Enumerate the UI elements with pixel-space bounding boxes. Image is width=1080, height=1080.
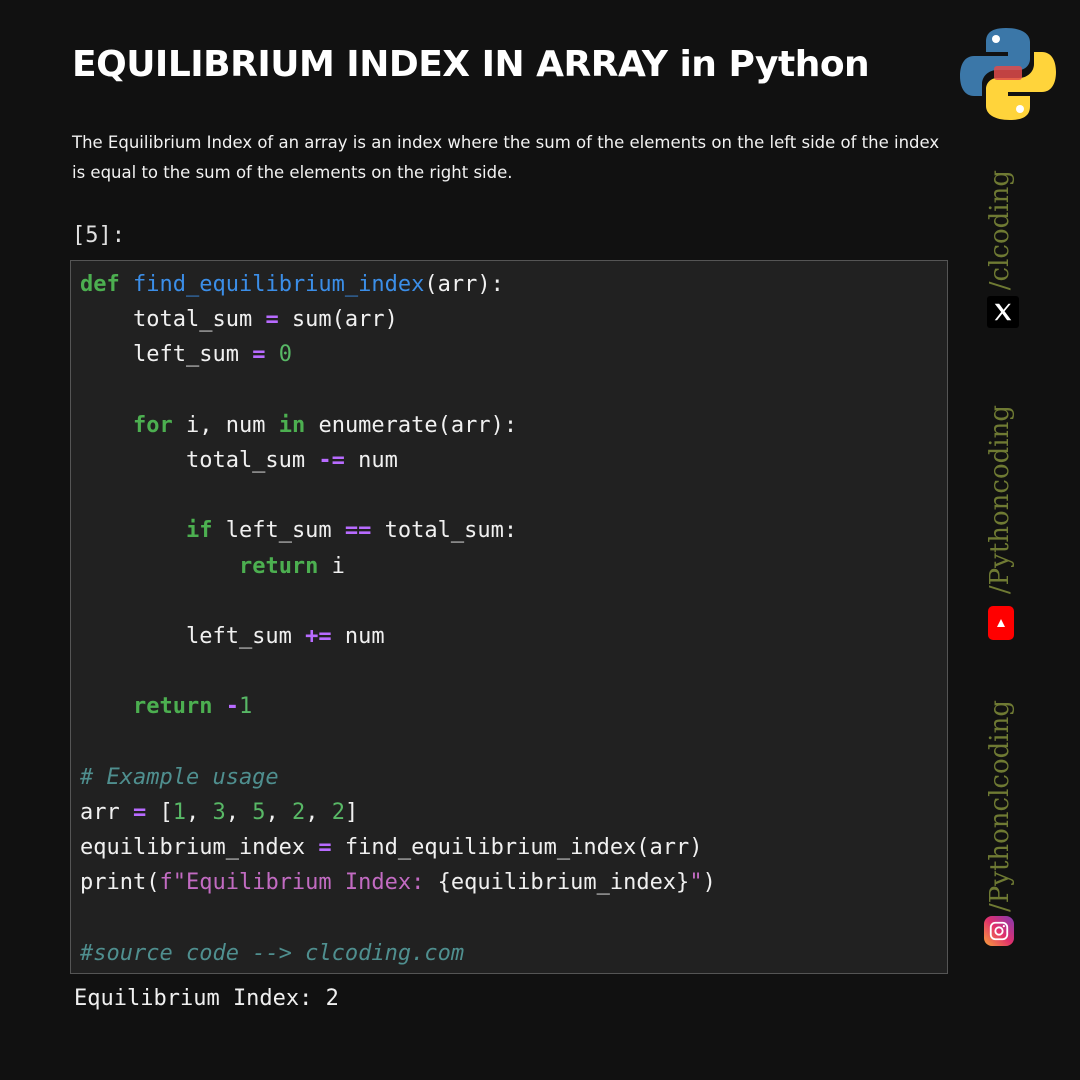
instagram-icon [984,916,1014,946]
code-token: enumerate(arr): [305,412,518,438]
cell-output: Equilibrium Index: 2 [74,986,339,1011]
code-token: " [689,870,703,896]
code-line: total_sum = sum(arr) [80,302,716,337]
code-line: equilibrium_index = find_equilibrium_ind… [80,830,716,865]
code-token: , [185,799,213,825]
description-text: The Equilibrium Index of an array is an … [72,133,940,182]
code-token: 2 [331,799,345,825]
code-token: i [318,553,345,579]
code-token: if [185,518,213,544]
code-token: find_equilibrium_index(arr) [331,835,703,860]
code-line: return -1 [80,689,716,724]
code-token: ] [344,799,359,825]
code-token: left_sum [80,342,253,368]
code-token: f"Equilibrium Index: [159,870,438,896]
code-line: print(f"Equilibrium Index: {equilibrium_… [80,865,716,900]
code-token: - [225,694,239,720]
code-token: ) [702,870,716,896]
python-logo-icon [960,28,1056,120]
code-token: return [238,553,319,579]
code-token: # Example usage [80,764,279,790]
code-token: 5 [252,799,266,825]
code-token: #source code --> clcoding.com [80,940,465,966]
code-token: == [344,518,372,544]
code-token: return [132,694,213,720]
code-token: [ [146,799,173,825]
code-token: = [318,835,332,860]
code-token: total_sum [80,307,266,333]
code-token: {equilibrium_index} [437,870,690,896]
code-line: if left_sum == total_sum: [80,513,716,548]
code-token: in [278,412,306,438]
code-token: for [132,412,173,438]
code-token: num [331,623,385,649]
code-token: , [225,799,253,825]
code-token: print( [80,870,160,896]
handle-pythonclcoding: /Pythonclcoding [985,700,1015,912]
code-block[interactable]: def find_equilibrium_index(arr): total_s… [80,267,716,971]
code-token: left_sum [212,518,345,544]
code-token: (arr): [424,272,504,297]
youtube-icon [988,606,1014,640]
code-token: -= [318,447,345,473]
code-token: sum(arr) [278,307,398,333]
code-line: for i, num in enumerate(arr): [80,408,716,443]
code-token: num [344,447,398,473]
code-token: , [265,799,292,825]
code-line: #source code --> clcoding.com [80,936,716,971]
code-token: = [265,307,279,333]
code-token: equilibrium_index [80,835,319,860]
code-token: 1 [172,799,186,825]
code-token: find_equilibrium_index [133,272,425,297]
handle-clcoding: /clcoding [985,170,1015,291]
cell-prompt: [5]: [72,223,125,248]
code-token: 3 [212,799,226,825]
code-token: left_sum [80,623,306,649]
handle-pythoncoding: /Pythoncoding [985,405,1015,595]
code-line: left_sum += num [80,619,716,654]
code-token: 1 [238,694,253,720]
code-token: = [252,342,266,368]
code-token: 2 [291,799,306,825]
page-title: EQUILIBRIUM INDEX IN ARRAY in Python [72,44,870,85]
code-token: arr [80,799,133,825]
code-line: # Example usage [80,760,716,795]
code-token: total_sum: [371,518,518,544]
code-token: i, num [172,412,279,438]
code-token: 0 [278,342,292,368]
code-token: = [132,799,147,825]
code-line: arr = [1, 3, 5, 2, 2] [80,795,716,830]
code-line: return i [80,549,716,584]
code-line: total_sum -= num [80,443,716,478]
code-line: def find_equilibrium_index(arr): [80,267,716,302]
code-token: def [80,272,120,297]
code-token: total_sum [80,447,319,473]
code-line: left_sum = 0 [80,337,716,372]
code-token: += [305,623,332,649]
code-cell[interactable]: def find_equilibrium_index(arr): total_s… [70,260,948,974]
x-icon [987,296,1019,328]
code-token: , [305,799,332,825]
